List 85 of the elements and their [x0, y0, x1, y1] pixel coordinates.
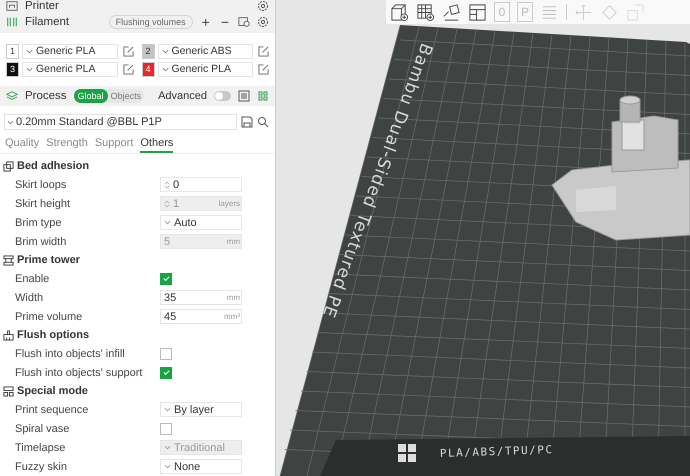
filament-dropdown[interactable]: Generic ABS: [158, 44, 253, 58]
layers-icon: [6, 90, 18, 102]
add-button[interactable]: +: [200, 15, 212, 30]
remove-button[interactable]: −: [218, 15, 231, 30]
chevron-down-icon: [162, 48, 168, 54]
checkmark-icon: [162, 274, 170, 283]
filament-slot-number: 1: [6, 44, 19, 58]
add-cube-icon[interactable]: [390, 2, 409, 22]
advanced-switch[interactable]: [214, 90, 231, 101]
stack-icon: [3, 160, 14, 172]
advanced-label: Advanced: [158, 90, 208, 102]
checkmark-icon: [162, 368, 170, 377]
section-title: Flush options: [17, 329, 90, 341]
checkbox[interactable]: [160, 348, 172, 360]
checkbox[interactable]: [160, 366, 172, 378]
scope-toggle[interactable]: Global Objects: [74, 88, 144, 103]
chevron-down-icon: [7, 120, 14, 124]
sync-icon[interactable]: [238, 16, 250, 28]
edit-icon[interactable]: [122, 46, 134, 56]
printer-icon: [6, 0, 18, 12]
setting-label: Brim width: [15, 236, 68, 248]
setting-label: Timelapse: [15, 442, 66, 454]
setting-label: Print sequence: [15, 404, 90, 416]
input-field[interactable]: 35 mm: [160, 290, 242, 305]
filament-icon: [6, 16, 18, 28]
filament-slot-number: 3: [6, 62, 19, 76]
edit-icon[interactable]: [258, 64, 269, 74]
panels-icon: [3, 386, 14, 396]
chevron-down-icon: [164, 407, 171, 412]
filament-slot-number: 4: [142, 62, 154, 76]
scope-option[interactable]: Objects: [108, 88, 144, 103]
filament-title: Filament: [25, 16, 70, 28]
search-icon[interactable]: [257, 116, 269, 128]
settings-tab[interactable]: Quality: [5, 136, 40, 153]
setting-label: Flush into objects' support: [15, 366, 144, 378]
section-title: Bed adhesion: [17, 160, 90, 172]
dropdown-field[interactable]: Auto: [160, 215, 242, 230]
chevron-down-icon: [162, 66, 168, 72]
add-plate-icon[interactable]: [416, 2, 435, 22]
settings-icon[interactable]: [257, 16, 269, 28]
edit-icon[interactable]: [258, 46, 269, 56]
edit-icon[interactable]: [122, 64, 134, 74]
filament-dropdown[interactable]: Generic PLA: [22, 62, 118, 76]
settings-tab[interactable]: Others: [140, 136, 174, 153]
chevron-down-icon: [26, 66, 33, 72]
auto-orient-icon[interactable]: [442, 2, 461, 22]
dropdown-field[interactable]: By layer: [160, 402, 242, 417]
setting-label: Skirt loops: [15, 178, 68, 190]
preset-dropdown[interactable]: 0.20mm Standard @BBL P1P: [4, 114, 237, 130]
setting-label: Prime volume: [15, 310, 84, 322]
input-field[interactable]: 45 mm³: [160, 309, 242, 324]
setting-label: Skirt height: [15, 198, 72, 210]
checkbox[interactable]: [160, 422, 172, 434]
settings-tab[interactable]: Support: [94, 136, 134, 153]
input-field[interactable]: 0: [160, 177, 242, 192]
arrange-icon[interactable]: [468, 2, 487, 22]
list-icon[interactable]: [238, 90, 250, 102]
filament-dropdown[interactable]: Generic PLA: [158, 62, 253, 76]
chevron-down-icon: [164, 220, 171, 225]
checkbox[interactable]: [160, 272, 172, 284]
tower-icon: [3, 254, 14, 266]
nodes-icon[interactable]: [257, 90, 269, 102]
setting-label: Fuzzy skin: [15, 460, 68, 472]
dropdown-field[interactable]: None: [160, 459, 242, 474]
setting-label: Width: [15, 292, 44, 304]
plate-logo-icon: [398, 444, 416, 462]
section-title: Prime tower: [17, 254, 80, 266]
settings-tab[interactable]: Strength: [46, 136, 88, 153]
setting-label: Spiral vase: [15, 422, 70, 434]
brush-icon: [3, 330, 14, 340]
save-icon[interactable]: [241, 116, 253, 128]
printer-title: Printer: [25, 0, 59, 12]
chevron-down-icon: [26, 48, 33, 54]
filament-slot-number: 2: [142, 44, 154, 58]
section-title: Special mode: [17, 385, 88, 397]
setting-label: Enable: [15, 272, 50, 284]
settings-icon[interactable]: [257, 0, 269, 12]
flushing-volumes-button[interactable]: Flushing volumes: [108, 15, 193, 30]
process-title: Process: [25, 90, 67, 102]
chevron-down-icon: [164, 464, 171, 469]
setting-label: Brim type: [15, 216, 62, 228]
chevron-down-icon: [164, 445, 171, 450]
plate-materials-text: PLA/ABS/TPU/PC: [440, 443, 554, 460]
setting-label: Flush into objects' infill: [15, 348, 126, 360]
filament-dropdown[interactable]: Generic PLA: [22, 44, 118, 58]
